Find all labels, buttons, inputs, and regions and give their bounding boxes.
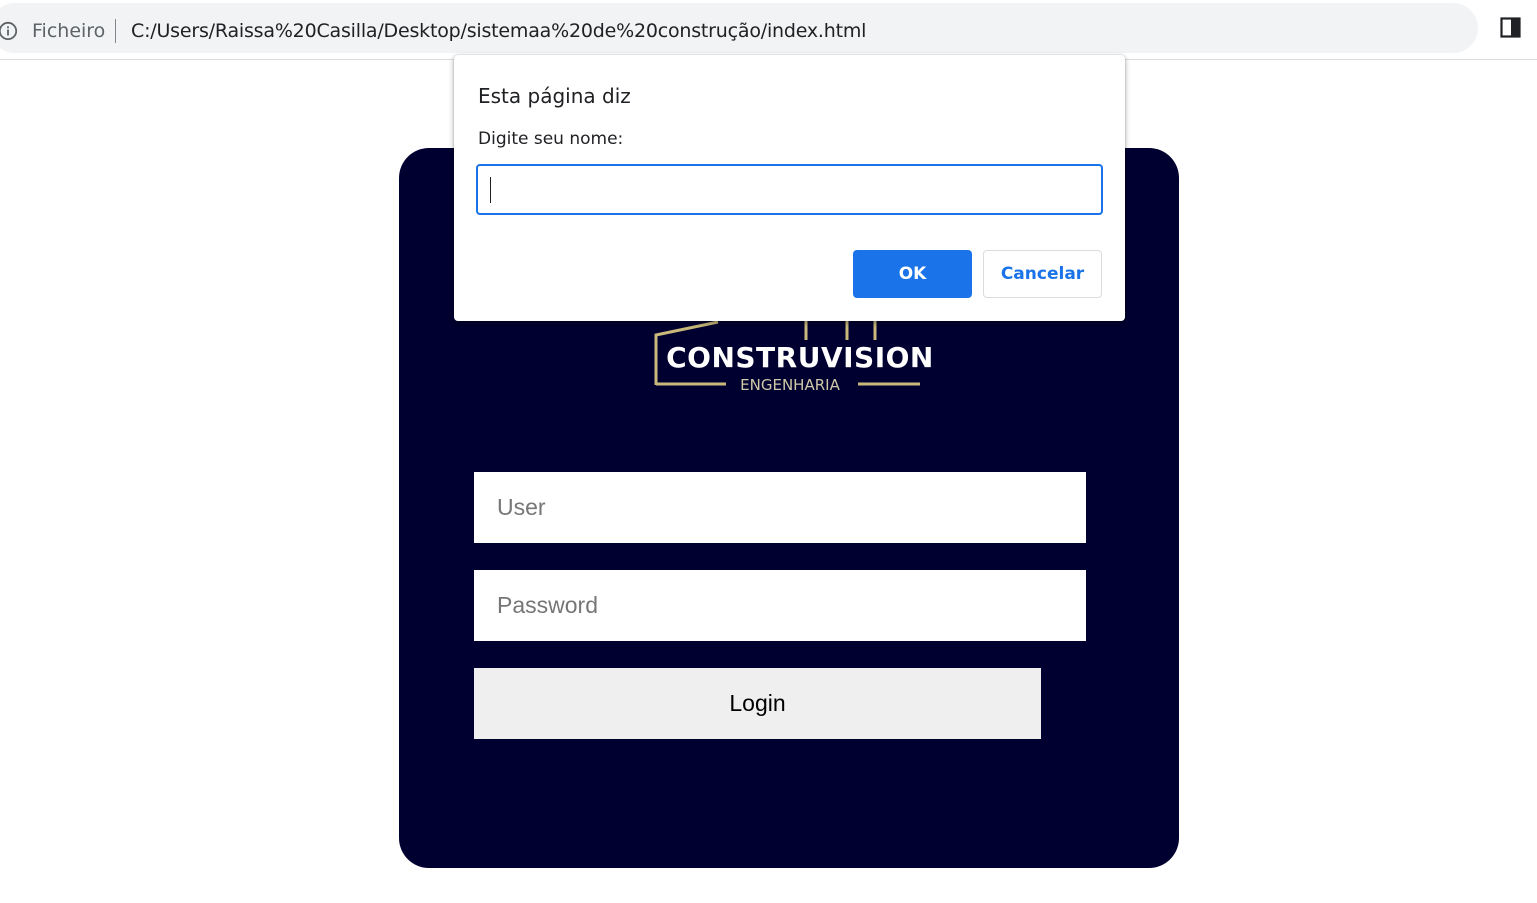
separator xyxy=(115,19,116,43)
dialog-title: Esta página diz xyxy=(478,84,631,108)
password-input[interactable] xyxy=(474,570,1086,641)
user-input[interactable] xyxy=(474,472,1086,543)
cancel-button[interactable]: Cancelar xyxy=(983,250,1102,298)
browser-toolbar: Ficheiro C:/Users/Raissa%20Casilla/Deskt… xyxy=(0,0,1537,60)
logo-subtitle: ENGENHARIA xyxy=(740,376,840,394)
ok-button[interactable]: OK xyxy=(853,250,972,298)
login-button[interactable]: Login xyxy=(474,668,1041,739)
dialog-message: Digite seu nome: xyxy=(478,129,624,149)
url-text[interactable]: C:/Users/Raissa%20Casilla/Desktop/sistem… xyxy=(131,19,866,43)
info-icon[interactable] xyxy=(0,21,18,41)
logo-title: CONSTRUVISION xyxy=(666,341,934,374)
name-input[interactable] xyxy=(476,164,1103,215)
text-caret xyxy=(490,177,491,203)
address-bar[interactable]: Ficheiro C:/Users/Raissa%20Casilla/Deskt… xyxy=(0,3,1478,53)
scheme-label: Ficheiro xyxy=(32,20,106,42)
prompt-dialog: Esta página diz Digite seu nome: OK Canc… xyxy=(454,55,1125,321)
side-panel-icon[interactable] xyxy=(1500,17,1521,38)
